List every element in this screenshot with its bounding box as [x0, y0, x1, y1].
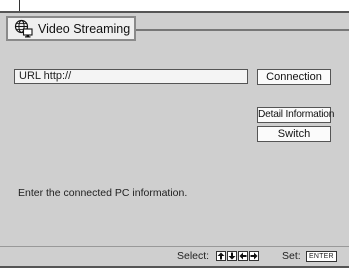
- enter-key-icon: ENTER: [306, 251, 337, 262]
- select-label: Select:: [177, 250, 210, 262]
- instruction-message: Enter the connected PC information.: [18, 187, 188, 199]
- left-arrow-key-icon: [238, 251, 248, 261]
- switch-button[interactable]: Switch: [257, 126, 331, 142]
- connection-button[interactable]: Connection: [257, 69, 331, 85]
- title-divider: [136, 29, 349, 31]
- page-title: Video Streaming: [38, 21, 131, 36]
- up-arrow-key-icon: [216, 251, 226, 261]
- globe-monitor-icon: [14, 19, 33, 38]
- set-label: Set:: [282, 250, 301, 262]
- down-arrow-key-icon: [227, 251, 237, 261]
- video-streaming-screen: Video Streaming URL http:// Connection D…: [0, 11, 349, 268]
- url-field[interactable]: URL http://: [14, 69, 248, 84]
- title-tab: Video Streaming: [6, 16, 136, 41]
- status-bar: Select: Set: ENTER: [0, 246, 349, 266]
- right-arrow-key-icon: [249, 251, 259, 261]
- detail-information-button[interactable]: Detail Information: [257, 107, 334, 123]
- callout-line: [19, 0, 20, 11]
- select-keys: [216, 251, 259, 261]
